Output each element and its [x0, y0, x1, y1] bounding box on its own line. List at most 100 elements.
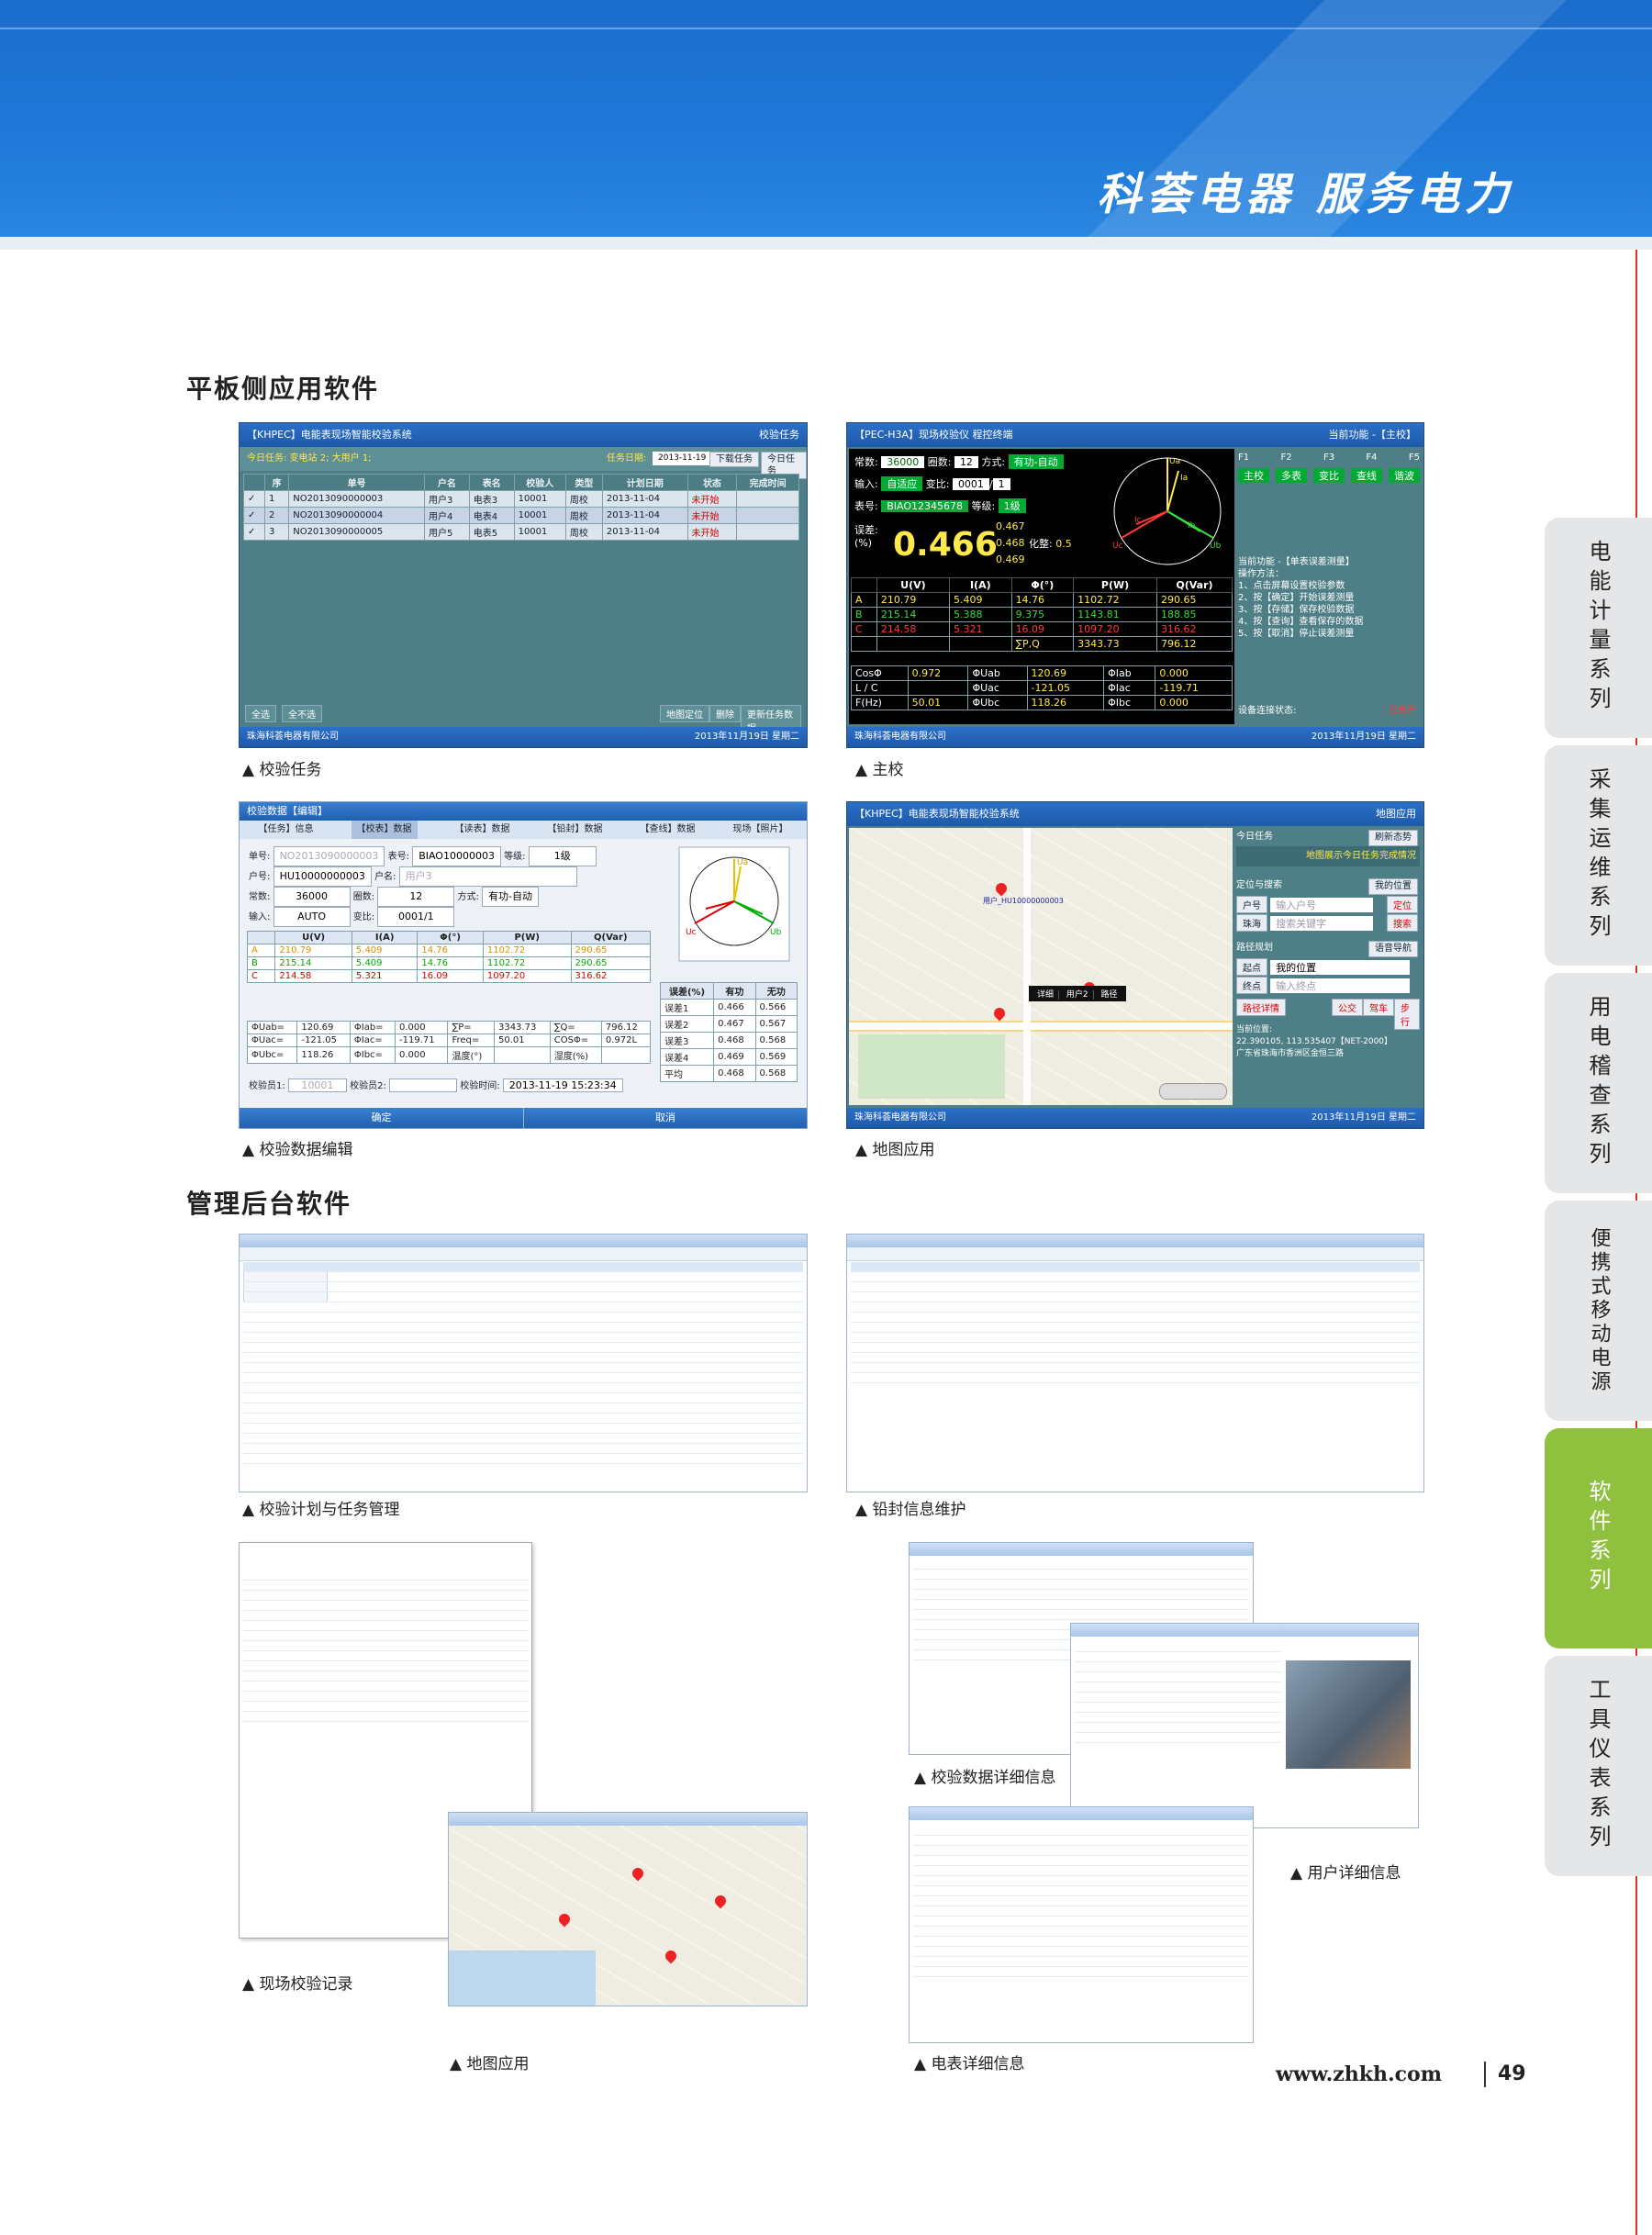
ph[interactable] — [600, 1046, 652, 1064]
table-row[interactable] — [243, 1403, 803, 1414]
grade-value[interactable]: 1级 — [998, 498, 1026, 513]
eb3[interactable]: 14.76 — [417, 956, 484, 970]
table-row[interactable] — [851, 1373, 1420, 1383]
ec4[interactable]: 1097.20 — [482, 969, 572, 983]
row-check[interactable]: ✓ — [243, 523, 265, 541]
table-row[interactable]: ✓ 2 NO2013090000004 用户4 电表4 10001 周校 201… — [243, 507, 799, 524]
map-pin-icon[interactable] — [663, 1948, 679, 1964]
side-tab-collection[interactable]: 采集运维系列 — [1545, 745, 1652, 966]
table-row[interactable]: ✓ 1 NO2013090000003 用户3 电表3 10001 周校 201… — [243, 490, 799, 508]
side-tab-tools[interactable]: 工具仪表系列 — [1545, 1656, 1652, 1876]
tab-calib-data[interactable]: 【校表】数据 — [351, 821, 418, 839]
table-row[interactable] — [243, 1383, 803, 1393]
ph[interactable]: 0.972L — [600, 1034, 652, 1047]
row-check[interactable]: ✓ — [243, 490, 265, 508]
popup-detail-button[interactable]: 详细 — [1032, 990, 1060, 1000]
screen1-date-field[interactable]: 2013-11-19 — [653, 452, 712, 465]
err-c[interactable]: 0.568 — [754, 1065, 798, 1082]
ea1[interactable]: 210.79 — [274, 944, 352, 957]
confirm-button[interactable]: 确定 — [240, 1108, 523, 1128]
area-select[interactable]: 珠海 — [1236, 914, 1267, 932]
ea5[interactable]: 290.65 — [570, 944, 652, 957]
const-value[interactable]: 36000 — [881, 456, 925, 468]
ph[interactable]: 3343.73 — [493, 1021, 551, 1034]
ec1[interactable]: 214.58 — [274, 969, 352, 983]
cancel-button[interactable]: 取消 — [523, 1108, 807, 1128]
err-c[interactable]: 0.566 — [754, 999, 798, 1016]
table-row[interactable] — [243, 1454, 803, 1464]
map-pin-icon[interactable] — [991, 1005, 1008, 1022]
bus-button[interactable]: 公交 — [1332, 999, 1363, 1016]
side-tab-metering[interactable]: 电能计量系列 — [1545, 518, 1652, 738]
select-none-button[interactable]: 全不选 — [282, 705, 322, 722]
table-row[interactable] — [243, 1333, 803, 1343]
table-row[interactable] — [851, 1262, 1420, 1272]
table-row[interactable] — [243, 1424, 803, 1434]
inspector1-field[interactable]: 10001 — [287, 1078, 347, 1092]
footer-url[interactable]: www.zhkh.com — [1276, 2062, 1442, 2086]
walk-button[interactable]: 步行 — [1394, 999, 1420, 1030]
const-field[interactable]: 36000 — [273, 887, 351, 907]
input-field[interactable]: AUTO — [273, 907, 351, 927]
table-row[interactable] — [851, 1333, 1420, 1343]
inspector2-field[interactable] — [389, 1078, 458, 1092]
table-row[interactable] — [243, 1292, 803, 1302]
select-all-button[interactable]: 全选 — [245, 705, 276, 722]
ratio-field[interactable]: 0001/1 — [377, 907, 455, 927]
table-row[interactable] — [243, 1414, 803, 1424]
err-c[interactable]: 0.567 — [754, 1015, 798, 1033]
table-row[interactable] — [243, 1302, 803, 1313]
eb1[interactable]: 215.14 — [274, 956, 352, 970]
table-row[interactable] — [243, 1343, 803, 1353]
tab-seal-data[interactable]: 【铅封】数据 — [548, 821, 603, 839]
table-row[interactable] — [851, 1343, 1420, 1353]
ph[interactable]: 120.69 — [296, 1021, 351, 1034]
input-value[interactable]: 自适应 — [881, 476, 923, 491]
ph[interactable]: 0.000 — [394, 1046, 449, 1064]
ph[interactable]: -119.71 — [394, 1034, 449, 1047]
table-row[interactable] — [851, 1292, 1420, 1302]
table-row[interactable]: ✓ 3 NO2013090000005 用户5 电表5 10001 周校 201… — [243, 523, 799, 541]
table-row[interactable] — [243, 1434, 803, 1444]
mode-field[interactable]: 有功-自动 — [482, 887, 540, 907]
table-row[interactable] — [243, 1262, 803, 1272]
laps-field[interactable]: 12 — [377, 887, 455, 907]
ph[interactable]: -121.05 — [296, 1034, 351, 1047]
eb4[interactable]: 1102.72 — [482, 956, 572, 970]
func-main[interactable]: 主校 — [1238, 468, 1269, 483]
table-row[interactable] — [243, 1353, 803, 1363]
fkey-f5[interactable]: F5 — [1409, 453, 1420, 463]
ea2[interactable]: 5.409 — [351, 944, 419, 957]
func-line[interactable]: 查线 — [1351, 468, 1382, 483]
table-row[interactable] — [243, 1393, 803, 1403]
err-c[interactable]: 0.568 — [754, 1032, 798, 1049]
map-view[interactable]: 用户_HU10000000003 详细 用户2 路径 — [849, 828, 1233, 1105]
err-c[interactable]: 0.469 — [713, 1048, 756, 1066]
ph[interactable]: 118.26 — [296, 1046, 351, 1064]
meter-field[interactable]: BIAO10000003 — [412, 846, 501, 866]
err-c[interactable]: 0.467 — [713, 1015, 756, 1033]
ratio-a[interactable]: 0001 — [952, 478, 989, 490]
ec3[interactable]: 16.09 — [417, 969, 484, 983]
ph[interactable]: 796.12 — [600, 1021, 652, 1034]
zoom-slider[interactable] — [1159, 1083, 1227, 1100]
ec2[interactable]: 5.321 — [351, 969, 419, 983]
map-pin-icon[interactable] — [712, 1893, 729, 1909]
table-row[interactable] — [243, 1282, 803, 1292]
time-field[interactable]: 2013-11-19 15:23:34 — [502, 1078, 623, 1092]
table-row[interactable] — [851, 1363, 1420, 1373]
map-locate-button[interactable]: 地图定位 — [660, 705, 709, 722]
map-pin-icon[interactable] — [993, 880, 1010, 897]
err-c[interactable]: 0.466 — [713, 999, 756, 1016]
meter-value[interactable]: BIAO12345678 — [881, 500, 968, 512]
search-button[interactable]: 搜索 — [1387, 914, 1418, 932]
keyword-input[interactable]: 搜索关键字 — [1270, 916, 1374, 931]
popup-route-button[interactable]: 路径 — [1097, 990, 1122, 1000]
voice-nav-button[interactable]: 语音导航 — [1368, 941, 1418, 957]
table-row[interactable] — [243, 1272, 803, 1282]
func-ratio[interactable]: 变比 — [1313, 468, 1345, 483]
func-harmonic[interactable]: 谐波 — [1389, 468, 1420, 483]
backend-map-screen[interactable] — [448, 1812, 808, 2006]
eb2[interactable]: 5.409 — [351, 956, 419, 970]
table-row[interactable] — [243, 1323, 803, 1333]
